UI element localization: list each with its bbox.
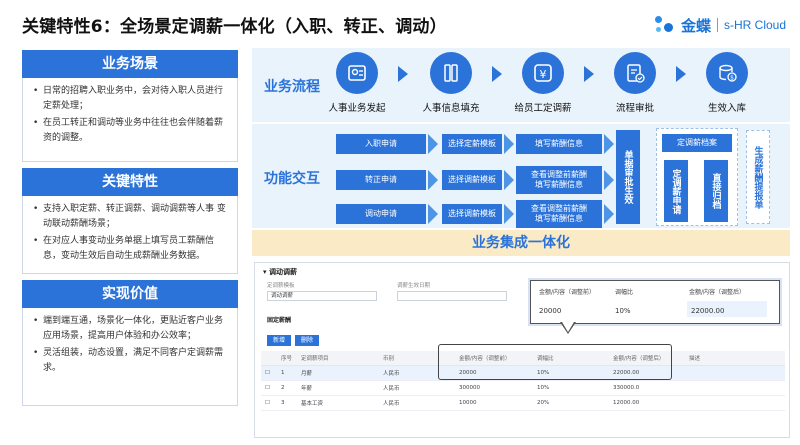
table-cell[interactable]: 300000: [455, 380, 533, 396]
section-title: 实现价值: [22, 280, 238, 308]
left-panel: 业务场景 日常的招聘入职业务中，会对待入职人员进行定薪处理； 在员工转正和调动等…: [22, 50, 238, 438]
table-cell[interactable]: 12000.00: [609, 395, 685, 411]
bullet-item: 支持入职定薪、转正调薪、调动调薪等人事 变动联动薪酬场景；: [33, 202, 229, 232]
bullet-item: 在对应人事变动业务单据上填写员工薪酬信息，变动生效后自动生成薪酬业务数据。: [33, 234, 229, 264]
table-cell[interactable]: 10000: [455, 395, 533, 411]
flow-step: ¥ 给员工定调薪: [508, 52, 578, 114]
column-header: [261, 351, 277, 366]
table-cell[interactable]: [685, 365, 785, 381]
bullet-item: 灵活组装，动态设置，满足不同客户定调薪需求。: [33, 346, 229, 376]
table-cell[interactable]: 10%: [533, 380, 609, 396]
effective-date-input[interactable]: [397, 291, 507, 301]
template-label: 定调薪模板: [267, 283, 295, 289]
flow-step: 人事信息填充: [416, 52, 486, 114]
transfer-apply-button[interactable]: 调动申请: [336, 204, 426, 224]
integration-band: 业务集成一体化: [252, 230, 790, 256]
flow-step-label: 人事信息填充: [422, 103, 480, 114]
row-checkbox[interactable]: ☐: [261, 365, 277, 381]
delete-row-button[interactable]: 删除: [295, 335, 320, 346]
table-cell[interactable]: [685, 380, 785, 396]
table-cell: 基本工资: [297, 395, 379, 411]
interaction-label: 功能交互: [264, 171, 320, 187]
callout-header: 调幅比: [615, 289, 634, 296]
section-title: 关键特性: [22, 168, 238, 196]
callout-header: 金额/内容（调整后）: [689, 289, 746, 296]
archive-button[interactable]: 定调薪档案: [662, 134, 732, 152]
fill-salary-button[interactable]: 查看调整前薪酬 填写薪酬信息: [516, 200, 602, 228]
brand-logo: 金蝶 s-HR Cloud: [653, 14, 786, 36]
table-cell: 人民币: [379, 395, 455, 411]
regularization-apply-button[interactable]: 转正申请: [336, 170, 426, 190]
table-cell: 1: [277, 365, 297, 381]
column-header: 序号: [277, 351, 297, 366]
callout-value: 22000.00: [691, 307, 725, 315]
document-icon: [430, 52, 472, 94]
apply-column: 定调薪申请: [664, 160, 688, 222]
bullet-item: 在员工转正和调动等业务中往往也会伴随着薪资的调整。: [33, 116, 229, 146]
section-business-scenario: 业务场景 日常的招聘入职业务中，会对待入职人员进行定薪处理； 在员工转正和调动等…: [22, 50, 238, 162]
table-cell: 年薪: [297, 380, 379, 396]
section-value: 实现价值 端到端互通，场景化一体化，更贴近客户业务应用场景，提高用户体验和办公效…: [22, 280, 238, 406]
row-checkbox[interactable]: ☐: [261, 395, 277, 411]
flow-step-label: 人事业务发起: [328, 103, 386, 114]
logo-text-cn: 金蝶: [680, 16, 711, 35]
highlight-box: [438, 344, 672, 380]
bullet-item: 日常的招聘入职业务中，会对待入职人员进行定薪处理；: [33, 84, 229, 114]
logo-text-en: s-HR Cloud: [723, 18, 786, 32]
onboarding-apply-button[interactable]: 入职申请: [336, 134, 426, 154]
function-interaction: 功能交互 入职申请 选择定薪模板 填写薪酬信息 转正申请 选择调薪模板 查看调整…: [252, 124, 790, 228]
table-cell: 月薪: [297, 365, 379, 381]
add-row-button[interactable]: 新增: [267, 335, 292, 346]
svg-text:¥: ¥: [540, 68, 547, 81]
approval-icon: [614, 52, 656, 94]
table-cell[interactable]: [685, 395, 785, 411]
direct-archive-column: 直接归档: [704, 160, 728, 222]
person-icon: [336, 52, 378, 94]
table-cell[interactable]: 330000.0: [609, 380, 685, 396]
section-key-features: 关键特性 支持入职定薪、转正调薪、调动调薪等人事 变动联动薪酬场景； 在对应人事…: [22, 168, 238, 274]
table-cell: 3: [277, 395, 297, 411]
flow-step: $ 生效入库: [692, 52, 762, 114]
fixed-salary-title: 固定薪酬: [267, 317, 292, 324]
table-row[interactable]: ☐ 3 基本工资 人民币 10000 20% 12000.00: [261, 395, 785, 411]
select-template-button[interactable]: 选择定薪模板: [442, 134, 502, 154]
database-icon: $: [706, 52, 748, 94]
approval-column: 单据审批生效: [616, 130, 640, 224]
flow-step-label: 生效入库: [707, 103, 746, 114]
row-checkbox[interactable]: ☐: [261, 380, 277, 396]
fill-salary-button[interactable]: 填写薪酬信息: [516, 134, 602, 154]
flow-step-label: 给员工定调薪: [514, 103, 572, 114]
callout-value: 10%: [615, 307, 631, 315]
flow-label: 业务流程: [264, 79, 320, 95]
yuan-icon: ¥: [522, 52, 564, 94]
column-header: 定调薪项目: [297, 351, 379, 366]
page-title: 关键特性6：全场景定调薪一体化（入职、转正、调动）: [22, 17, 447, 37]
table-cell: 人民币: [379, 380, 455, 396]
bullet-item: 端到端互通，场景化一体化，更贴近客户业务应用场景，提高用户体验和办公效率；: [33, 314, 229, 344]
logo-icon: [653, 14, 675, 36]
callout-header: 金额/内容（调整前）: [539, 289, 596, 296]
template-select[interactable]: 调动调薪: [267, 291, 377, 301]
table-cell: 2: [277, 380, 297, 396]
column-header: 描述: [685, 351, 785, 366]
effective-date-label: 调薪生效日期: [397, 283, 431, 289]
form-header: ▾ 调动调薪: [263, 268, 297, 276]
generate-report-column: 生成薪酬提报单: [746, 130, 770, 224]
select-template-button[interactable]: 选择调薪模板: [442, 170, 502, 190]
business-flow: 业务流程 人事业务发起 人事信息填充 ¥ 给员工定调薪 流程审批 $ 生效入库: [252, 48, 790, 122]
select-template-button[interactable]: 选择调薪模板: [442, 204, 502, 224]
table-row[interactable]: ☐ 2 年薪 人民币 300000 10% 330000.0: [261, 380, 785, 396]
flow-step: 人事业务发起: [322, 52, 392, 114]
zoom-callout: 金额/内容（调整前） 调幅比 金额/内容（调整后） 20000 10% 2200…: [530, 280, 780, 324]
flow-step: 流程审批: [600, 52, 670, 114]
flow-step-label: 流程审批: [615, 103, 654, 114]
callout-value: 20000: [539, 307, 562, 315]
fill-salary-button[interactable]: 查看调整前薪酬 填写薪酬信息: [516, 166, 602, 194]
section-title: 业务场景: [22, 50, 238, 78]
table-cell[interactable]: 20%: [533, 395, 609, 411]
svg-text:$: $: [730, 75, 734, 82]
